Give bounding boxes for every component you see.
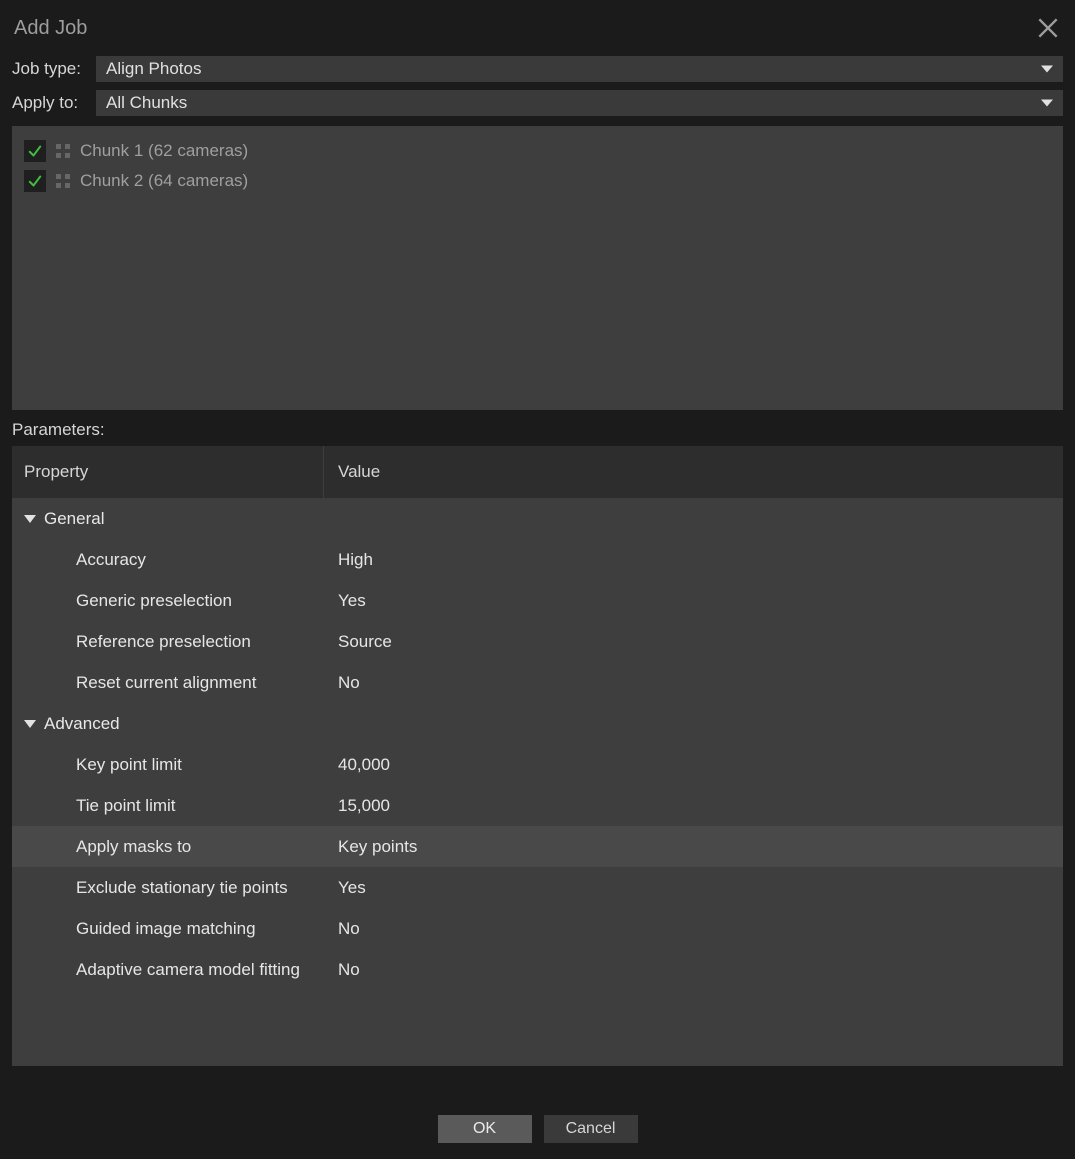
property-name: Reference preselection <box>12 632 324 652</box>
chevron-down-icon <box>1041 100 1053 107</box>
close-button[interactable] <box>1031 11 1065 45</box>
property-value[interactable]: 40,000 <box>324 755 1063 775</box>
property-name: Accuracy <box>12 550 324 570</box>
property-name: Tie point limit <box>12 796 324 816</box>
property-value[interactable]: No <box>324 919 1063 939</box>
parameters-label: Parameters: <box>0 410 1075 446</box>
parameters-table: Property Value GeneralAccuracyHighGeneri… <box>12 446 1063 1066</box>
property-row[interactable]: Reference preselectionSource <box>12 621 1063 662</box>
property-row[interactable]: Adaptive camera model fittingNo <box>12 949 1063 990</box>
property-value[interactable]: Yes <box>324 591 1063 611</box>
property-row[interactable]: Reset current alignmentNo <box>12 662 1063 703</box>
chunk-item[interactable]: Chunk 1 (62 cameras) <box>20 136 1055 166</box>
property-name: Generic preselection <box>12 591 324 611</box>
property-value[interactable]: No <box>324 960 1063 980</box>
group-row[interactable]: Advanced <box>12 703 1063 744</box>
property-value[interactable]: Yes <box>324 878 1063 898</box>
apply-to-value: All Chunks <box>106 93 187 113</box>
checkmark-icon <box>26 142 44 160</box>
table-body: GeneralAccuracyHighGeneric preselectionY… <box>12 498 1063 1066</box>
chunk-label: Chunk 2 (64 cameras) <box>80 171 248 191</box>
property-name: Reset current alignment <box>12 673 324 693</box>
apply-to-label: Apply to: <box>12 93 88 113</box>
property-name: Guided image matching <box>12 919 324 939</box>
chevron-down-icon <box>24 515 36 523</box>
property-value[interactable]: Key points <box>324 837 1063 857</box>
property-row[interactable]: Apply masks toKey points <box>12 826 1063 867</box>
group-label: General <box>44 509 104 529</box>
cancel-button[interactable]: Cancel <box>544 1115 638 1143</box>
chunk-list: Chunk 1 (62 cameras) Chunk 2 (64 cameras) <box>12 126 1063 410</box>
apply-to-select[interactable]: All Chunks <box>96 90 1063 116</box>
property-name: Adaptive camera model fitting <box>12 960 324 980</box>
property-value[interactable]: Source <box>324 632 1063 652</box>
job-type-select[interactable]: Align Photos <box>96 56 1063 82</box>
property-name: Key point limit <box>12 755 324 775</box>
chevron-down-icon <box>1041 66 1053 73</box>
group-label: Advanced <box>44 714 120 734</box>
checkbox[interactable] <box>24 170 46 192</box>
property-row[interactable]: Tie point limit15,000 <box>12 785 1063 826</box>
property-row[interactable]: Guided image matchingNo <box>12 908 1063 949</box>
add-job-dialog: Add Job Job type: Align Photos Apply to:… <box>0 0 1075 1159</box>
property-name: Apply masks to <box>12 837 324 857</box>
chunk-icon <box>54 172 72 190</box>
table-header: Property Value <box>12 446 1063 498</box>
chunk-item[interactable]: Chunk 2 (64 cameras) <box>20 166 1055 196</box>
property-row[interactable]: Exclude stationary tie pointsYes <box>12 867 1063 908</box>
checkmark-icon <box>26 172 44 190</box>
dialog-title: Add Job <box>14 17 87 40</box>
chevron-down-icon <box>24 720 36 728</box>
ok-button[interactable]: OK <box>438 1115 532 1143</box>
chunk-label: Chunk 1 (62 cameras) <box>80 141 248 161</box>
column-property[interactable]: Property <box>12 446 324 498</box>
checkbox[interactable] <box>24 140 46 162</box>
chunk-icon <box>54 142 72 160</box>
close-icon <box>1035 15 1061 41</box>
property-value[interactable]: 15,000 <box>324 796 1063 816</box>
property-row[interactable]: AccuracyHigh <box>12 539 1063 580</box>
titlebar: Add Job <box>0 0 1075 56</box>
job-type-value: Align Photos <box>106 59 201 79</box>
property-row[interactable]: Generic preselectionYes <box>12 580 1063 621</box>
group-row[interactable]: General <box>12 498 1063 539</box>
job-type-row: Job type: Align Photos <box>12 56 1063 82</box>
form-area: Job type: Align Photos Apply to: All Chu… <box>0 56 1075 124</box>
property-name: Exclude stationary tie points <box>12 878 324 898</box>
apply-to-row: Apply to: All Chunks <box>12 90 1063 116</box>
property-row[interactable]: Key point limit40,000 <box>12 744 1063 785</box>
column-value[interactable]: Value <box>324 446 1063 498</box>
job-type-label: Job type: <box>12 59 88 79</box>
button-bar: OK Cancel <box>0 1066 1075 1159</box>
property-value[interactable]: No <box>324 673 1063 693</box>
property-value[interactable]: High <box>324 550 1063 570</box>
